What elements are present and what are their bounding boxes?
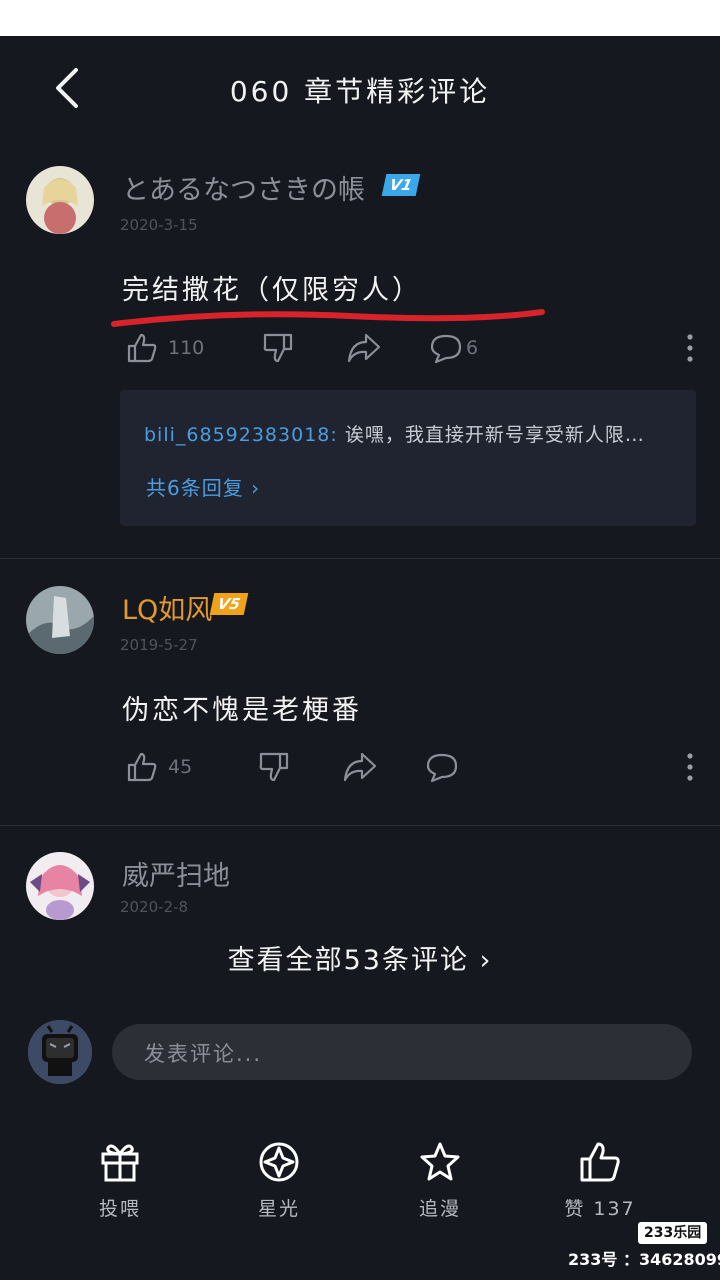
comment-date: 2020-3-15 <box>120 216 198 234</box>
feed-label: 投喂 <box>98 1198 141 1220</box>
thumb-up-icon <box>580 1142 620 1182</box>
reply-preview: bili_68592383018: 诶嘿，我直接开新号享受新人限… <box>144 420 645 447</box>
like-button[interactable]: 45 <box>126 750 192 784</box>
starlight-icon <box>259 1142 299 1182</box>
like-chapter-label: 赞 137 <box>564 1198 636 1220</box>
share-icon <box>343 752 377 782</box>
comment-date: 2019-5-27 <box>120 636 198 654</box>
more-vertical-icon <box>687 753 693 781</box>
username[interactable]: 威严扫地 <box>122 854 230 893</box>
like-chapter-button[interactable]: 赞 137 <box>540 1130 660 1230</box>
chevron-right-icon: › <box>251 476 261 500</box>
star-icon <box>420 1142 460 1181</box>
vip-badge: V5 <box>209 593 249 615</box>
feed-button[interactable]: 投喂 <box>60 1130 180 1230</box>
reply-username[interactable]: bili_68592383018: <box>144 424 338 446</box>
comment-content: 伪恋不愧是老梗番 <box>122 695 362 726</box>
share-button[interactable] <box>346 331 382 365</box>
header: 060 章节精彩评论 <box>0 36 720 140</box>
view-all-label: 查看全部53条评论 <box>227 945 469 976</box>
like-count: 45 <box>168 756 193 778</box>
comment-date: 2020-2-8 <box>120 898 189 916</box>
thumb-up-icon <box>127 752 157 782</box>
watermark-text: 233号 ：346280993 <box>568 1250 720 1269</box>
username[interactable]: とあるなつさきの帳 <box>122 168 365 207</box>
chevron-right-icon: › <box>479 945 493 976</box>
vip-badge: V1 <box>381 174 421 196</box>
view-replies-label: 共6条回复 <box>146 476 244 500</box>
comment-bubble-icon <box>426 753 458 783</box>
share-icon <box>347 333 381 363</box>
my-avatar[interactable] <box>28 1020 92 1084</box>
bottom-action-bar: 投喂 星光 追漫 赞 137 <box>0 1130 720 1230</box>
divider <box>0 825 720 826</box>
reply-preview-box[interactable]: bili_68592383018: 诶嘿，我直接开新号享受新人限… 共6条回复 … <box>120 390 696 526</box>
thumb-up-icon <box>127 333 157 363</box>
status-bar <box>0 0 720 36</box>
avatar[interactable] <box>26 586 94 654</box>
more-options-button[interactable] <box>676 750 704 784</box>
dislike-button[interactable] <box>258 750 292 784</box>
gift-icon <box>101 1144 139 1182</box>
starlight-label: 星光 <box>257 1198 300 1220</box>
view-replies-link[interactable]: 共6条回复 › <box>146 472 260 501</box>
like-count: 110 <box>168 337 205 359</box>
like-button[interactable]: 110 <box>126 331 204 365</box>
more-options-button[interactable] <box>676 331 704 365</box>
reply-text: 诶嘿，我直接开新号享受新人限… <box>337 424 645 446</box>
watermark-logo: 233乐园 <box>638 1222 708 1244</box>
more-vertical-icon <box>687 334 693 362</box>
reply-count: 6 <box>466 337 479 359</box>
reply-button[interactable]: 6 <box>430 331 478 365</box>
comment-input[interactable]: 发表评论... <box>112 1024 692 1080</box>
avatar[interactable] <box>26 166 94 234</box>
starlight-button[interactable]: 星光 <box>219 1130 339 1230</box>
page-title: 060 章节精彩评论 <box>229 75 491 108</box>
avatar[interactable] <box>26 852 94 920</box>
tv-mascot-icon <box>28 1020 92 1084</box>
comment-bubble-icon <box>430 334 462 364</box>
comment-placeholder: 发表评论... <box>144 1042 263 1066</box>
username[interactable]: LQ如风 <box>122 588 212 627</box>
view-all-comments-link[interactable]: 查看全部53条评论 › <box>0 938 720 977</box>
comment-content: 完结撒花（仅限穷人） <box>122 275 422 306</box>
follow-comic-label: 追漫 <box>418 1198 461 1220</box>
share-button[interactable] <box>342 750 378 784</box>
thumb-down-icon <box>259 752 289 782</box>
dislike-button[interactable] <box>262 331 296 365</box>
thumb-down-icon <box>263 333 293 363</box>
divider <box>0 558 720 559</box>
reply-button[interactable] <box>426 750 458 784</box>
red-underline-annotation <box>111 309 545 327</box>
follow-comic-button[interactable]: 追漫 <box>380 1130 500 1230</box>
